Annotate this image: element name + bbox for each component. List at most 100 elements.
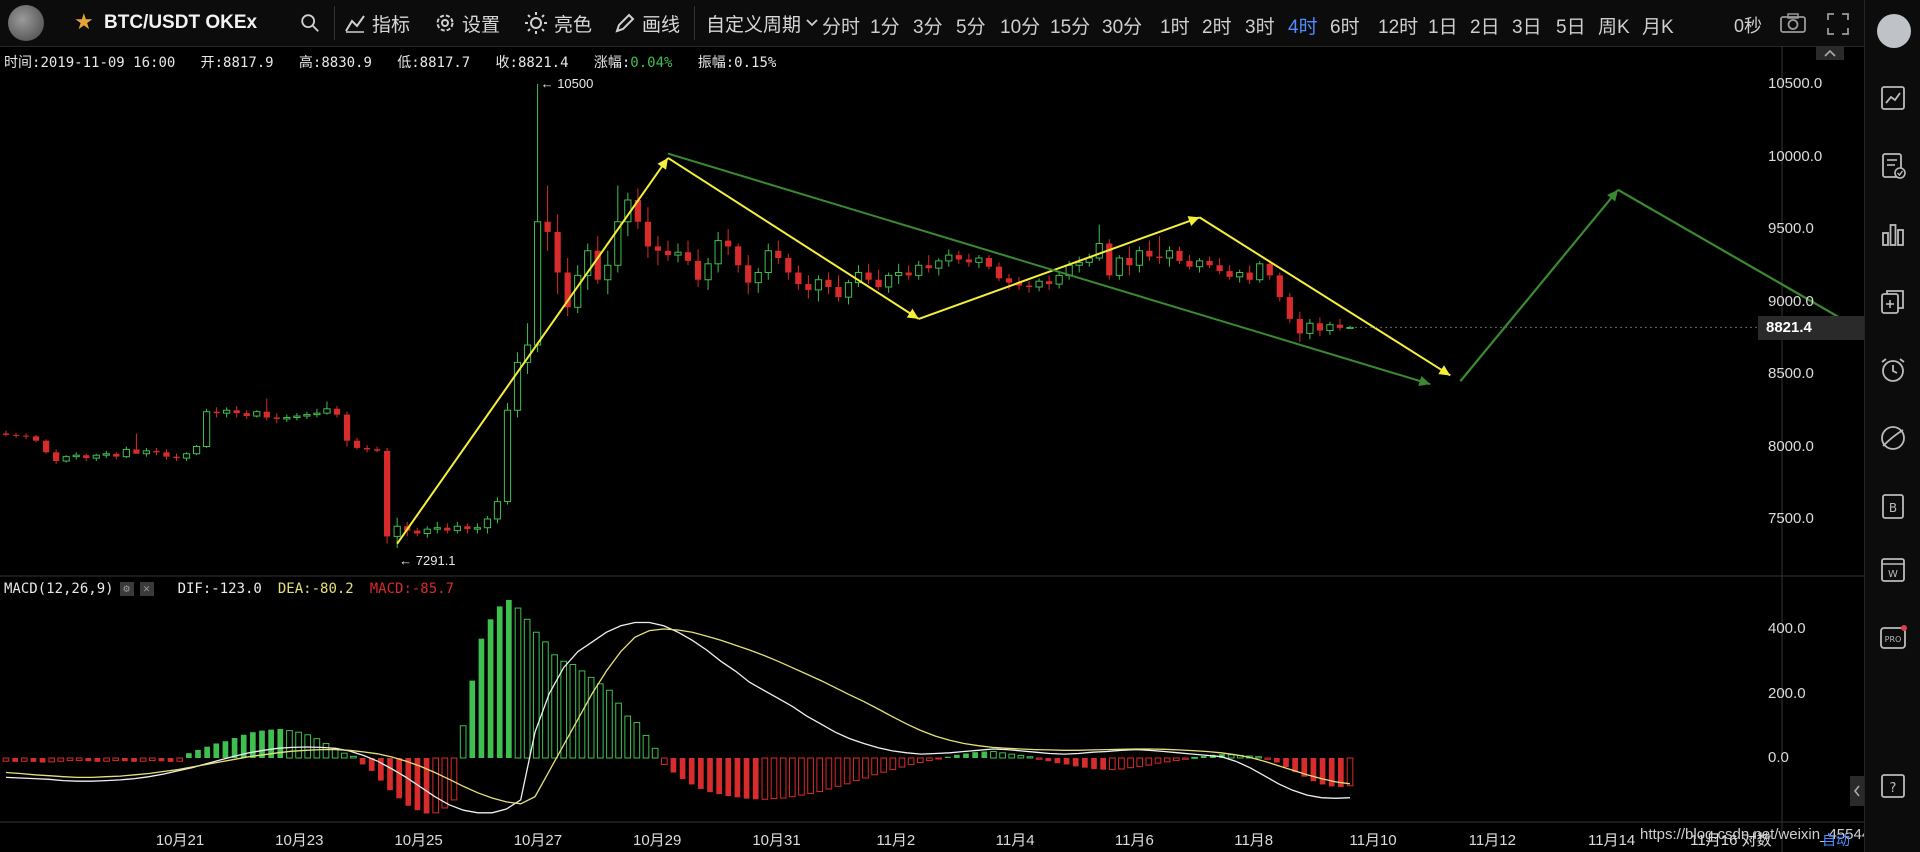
web-window-icon[interactable]: W: [1879, 556, 1907, 584]
candle: [192, 445, 201, 456]
candle: [1236, 269, 1244, 283]
candle: [554, 214, 561, 295]
macd-tick: 400.0: [1768, 620, 1806, 637]
macd-bar: [1108, 757, 1116, 771]
green-projection-line[interactable]: [1459, 189, 1619, 382]
add-window-icon[interactable]: [1879, 288, 1907, 316]
macd-bar: [139, 757, 147, 762]
watermark: https://blog.csdn.net/weixin_45544777: [1640, 826, 1896, 843]
candle: [1126, 246, 1133, 276]
candle: [453, 521, 461, 534]
candle: [423, 526, 431, 538]
candle: [363, 445, 371, 453]
candle: [414, 527, 421, 537]
macd-bar: [569, 663, 577, 759]
candle: [473, 523, 482, 534]
macd-dea-line: [5, 628, 1351, 805]
macd-bar: [1008, 753, 1016, 759]
checklist-icon[interactable]: [1879, 152, 1907, 180]
macd-bar: [954, 754, 960, 758]
candle: [1256, 260, 1264, 283]
candle: [1186, 255, 1193, 270]
candle: [1326, 321, 1334, 335]
candle: [153, 447, 160, 456]
macd-bar: [1082, 758, 1088, 768]
macd-bar: [487, 619, 494, 758]
price-tick: 9000.0: [1768, 292, 1814, 310]
macd-bar: [1118, 757, 1125, 770]
macd-bar: [999, 752, 1006, 759]
macd-bar: [259, 730, 265, 758]
macd-bar: [231, 738, 238, 758]
chart-panel-icon[interactable]: [1879, 84, 1907, 112]
collapse-left-icon[interactable]: [1850, 776, 1864, 806]
candle: [343, 411, 351, 447]
macd-bar: [30, 758, 37, 762]
price-chart[interactable]: [0, 0, 1864, 852]
candle: [754, 268, 762, 293]
high-marker: ← 10500: [540, 76, 594, 91]
green-projection-line[interactable]: [1617, 188, 1858, 329]
candle: [43, 439, 50, 454]
green-trend-line[interactable]: [667, 152, 1431, 386]
macd-bar: [907, 757, 915, 765]
time-tick: 11月14: [1587, 832, 1636, 849]
candle: [975, 255, 983, 269]
macd-bar: [387, 758, 393, 791]
candle: [142, 447, 151, 457]
macd-bar: [798, 757, 805, 796]
candle: [1055, 272, 1063, 289]
macd-bar: [396, 758, 402, 799]
candle: [1246, 265, 1253, 285]
macd-bar: [679, 758, 686, 779]
macd-bar: [916, 757, 924, 764]
auto-scale-button[interactable]: 自动: [1822, 830, 1850, 850]
candle: [444, 523, 451, 534]
yellow-wave-line[interactable]: [396, 157, 669, 545]
candle: [955, 250, 962, 264]
candle: [493, 497, 502, 524]
macd-bar: [1045, 758, 1052, 762]
macd-bar: [131, 758, 137, 762]
bar-chart-icon[interactable]: [1879, 220, 1907, 248]
yellow-wave-line[interactable]: [918, 216, 1200, 320]
pro-icon[interactable]: PRO: [1879, 624, 1907, 652]
yellow-wave-line[interactable]: [667, 157, 920, 320]
candle: [995, 262, 1003, 282]
candle: [875, 269, 882, 290]
time-tick: 11月2: [876, 832, 916, 849]
candle: [1045, 275, 1053, 290]
macd-bar: [340, 752, 348, 759]
macd-bar: [39, 758, 46, 763]
macd-bar: [1035, 757, 1043, 760]
candle: [1025, 281, 1033, 293]
avatar[interactable]: [1877, 14, 1911, 48]
candle: [905, 265, 912, 280]
macd-bar: [506, 599, 512, 758]
macd-bar: [195, 749, 201, 758]
globe-icon[interactable]: [1879, 424, 1907, 452]
candle: [775, 240, 782, 264]
document-b-icon[interactable]: B: [1879, 492, 1907, 520]
candle: [353, 437, 361, 450]
price-tick: 10000.0: [1768, 147, 1823, 165]
candle: [795, 265, 802, 290]
macd-bar: [85, 758, 92, 762]
macd-bar: [1274, 758, 1280, 763]
candle: [12, 432, 20, 438]
macd-bar: [350, 755, 357, 759]
help-icon[interactable]: ?: [1879, 772, 1907, 800]
macd-bar: [1227, 754, 1235, 759]
macd-bar: [167, 758, 174, 762]
macd-bar: [624, 715, 632, 759]
time-tick: 10月25: [394, 832, 443, 849]
candle: [513, 352, 522, 418]
macd-bar: [752, 758, 759, 800]
alarm-clock-icon[interactable]: [1879, 356, 1907, 384]
collapse-up-icon[interactable]: [1816, 46, 1844, 60]
candle: [1075, 256, 1083, 273]
candle: [53, 449, 60, 464]
candle: [604, 250, 612, 295]
macd-bar: [606, 689, 613, 759]
candle: [1135, 246, 1143, 273]
